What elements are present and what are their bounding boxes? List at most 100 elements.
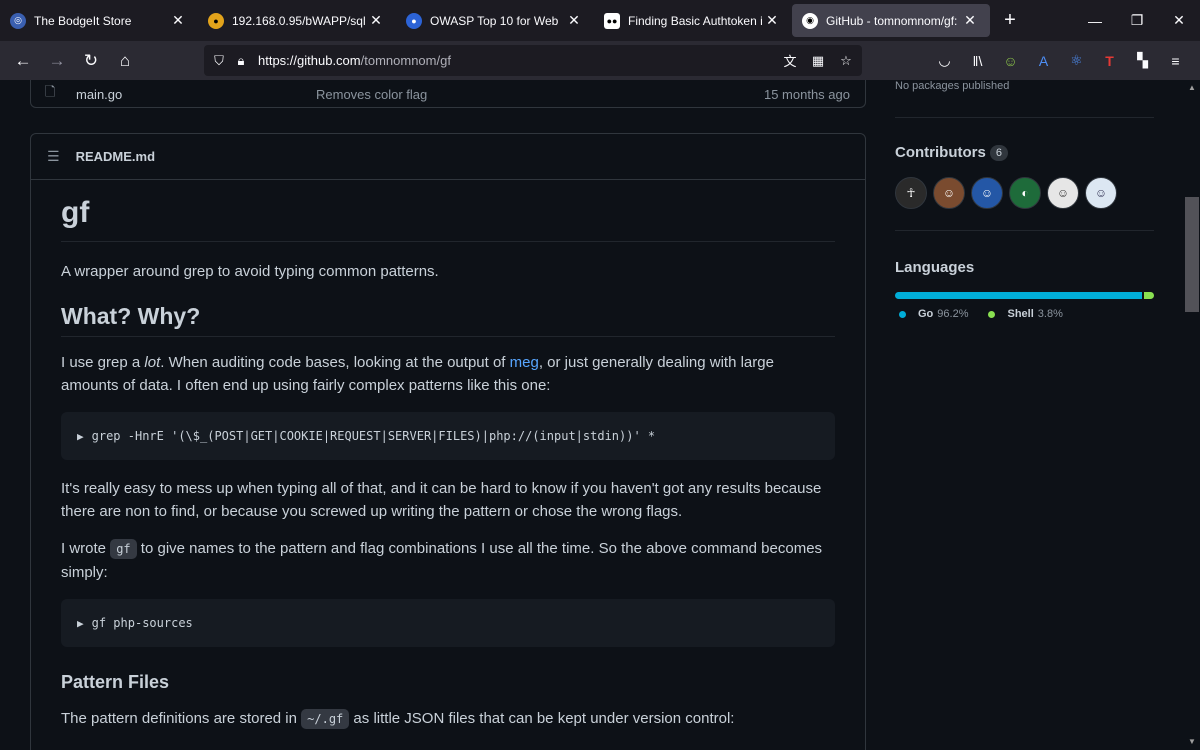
- library-icon[interactable]: ‖\: [961, 53, 994, 69]
- code-text: gf php-sources: [91, 616, 193, 630]
- languages-heading: Languages: [895, 259, 975, 276]
- readme-box: ☰ README.md gf A wrapper around grep to …: [30, 133, 866, 750]
- reload-button[interactable]: ↻: [74, 46, 108, 76]
- tab-close-icon[interactable]: ✕: [168, 12, 188, 29]
- scrollbar-thumb[interactable]: [1185, 197, 1199, 312]
- menu-icon[interactable]: ≡: [1159, 53, 1192, 69]
- lock-icon[interactable]: 🔒︎: [230, 53, 252, 69]
- language-bar-segment-go: [895, 292, 1143, 299]
- divider: [895, 117, 1154, 118]
- expand-triangle-icon[interactable]: ▶: [77, 430, 84, 443]
- tab-close-icon[interactable]: ✕: [366, 12, 386, 29]
- url-text[interactable]: https://github.com/tomnomnom/gf: [258, 53, 451, 68]
- inline-code-gf-dir: ~/.gf: [301, 709, 350, 729]
- minimize-icon[interactable]: —: [1074, 0, 1116, 41]
- back-button[interactable]: ←: [6, 46, 40, 76]
- translate-extension-icon[interactable]: A: [1027, 53, 1060, 69]
- language-bar: [895, 292, 1154, 299]
- avatar[interactable]: ☺: [971, 177, 1003, 209]
- tab-finding-authtoken[interactable]: ●● Finding Basic Authtoken in JA ✕: [594, 0, 792, 41]
- language-name: Go: [918, 308, 934, 320]
- github-icon: ◉: [802, 12, 818, 29]
- language-bar-segment-shell: [1144, 292, 1154, 299]
- language-go[interactable]: Go 96.2%: [899, 308, 968, 320]
- bee-icon: ●: [208, 12, 224, 29]
- tab-owasp-top10[interactable]: ● OWASP Top 10 for Web ✕: [396, 0, 594, 41]
- scroll-down-arrow-icon[interactable]: ▼: [1184, 734, 1200, 750]
- tab-title: GitHub - tomnomnom/gf: A w: [826, 13, 960, 28]
- tab-close-icon[interactable]: ✕: [564, 12, 584, 29]
- language-shell[interactable]: Shell 3.8%: [988, 308, 1063, 320]
- language-percent: 3.8%: [1037, 308, 1063, 320]
- extensions-icon[interactable]: ▚: [1126, 52, 1159, 69]
- readme-header: ☰ README.md: [31, 134, 865, 180]
- code-block-gf[interactable]: ▶ gf php-sources: [61, 599, 835, 647]
- readme-content: gf A wrapper around grep to avoid typing…: [61, 180, 835, 731]
- tab-close-icon[interactable]: ✕: [960, 12, 980, 29]
- tab-bwapp-sqli[interactable]: ● 192.168.0.95/bWAPP/sqli_6.php ✕: [198, 0, 396, 41]
- meg-link[interactable]: meg: [510, 354, 539, 371]
- tab-title: OWASP Top 10 for Web: [430, 13, 559, 28]
- inline-code-gf: gf: [110, 539, 137, 559]
- window-controls: — ❐ ✕: [1074, 0, 1200, 41]
- avatar[interactable]: ☺: [1047, 177, 1079, 209]
- restore-icon[interactable]: ❐: [1116, 0, 1158, 41]
- scroll-up-arrow-icon[interactable]: ▲: [1184, 80, 1200, 96]
- new-tab-button[interactable]: +: [990, 0, 1030, 41]
- readme-intro: A wrapper around grep to avoid typing co…: [61, 263, 439, 280]
- tab-close-icon[interactable]: ✕: [762, 12, 782, 29]
- language-percent: 96.2%: [937, 308, 969, 320]
- contributors-count: 6: [989, 145, 1008, 162]
- text-extension-icon[interactable]: T: [1093, 53, 1126, 69]
- list-unordered-icon[interactable]: ☰: [47, 148, 60, 165]
- language-color-dot: [899, 310, 906, 318]
- close-window-icon[interactable]: ✕: [1158, 0, 1200, 41]
- url-path: /tomnomnom/gf: [360, 53, 451, 68]
- url-host: https://github.com: [258, 53, 361, 68]
- medium-icon: ●●: [604, 12, 620, 29]
- code-text: grep -HnrE '(\$_(POST|GET|COOKIE|REQUEST…: [91, 429, 656, 443]
- contributors-heading[interactable]: Contributors 6: [895, 144, 1008, 162]
- home-button[interactable]: ⌂: [108, 46, 142, 76]
- paragraph-grep-usage: I use grep a lot. When auditing code bas…: [61, 354, 774, 394]
- url-bar[interactable]: ⛉ 🔒︎ https://github.com/tomnomnom/gf 文 ▦…: [204, 45, 862, 76]
- code-block-grep[interactable]: ▶ grep -HnrE '(\$_(POST|GET|COOKIE|REQUE…: [61, 412, 835, 460]
- forward-button[interactable]: →: [40, 46, 74, 76]
- contributor-avatars: ☥ ☺ ☺ ◐ ☺ ☺: [895, 177, 1117, 209]
- readme-title: gf: [61, 180, 835, 242]
- paragraph-i-wrote-gf: I wrote gf to give names to the pattern …: [61, 539, 823, 581]
- toolbar-extensions: ◡ ‖\ ☺ A ⚛ T ▚ ≡: [928, 41, 1192, 80]
- tab-github-gf[interactable]: ◉ GitHub - tomnomnom/gf: A w ✕: [792, 4, 990, 37]
- github-page: 🗋︎ main.go Removes color flag 15 months …: [0, 80, 1184, 750]
- tab-title: 192.168.0.95/bWAPP/sqli_6.php: [232, 13, 366, 28]
- heading-pattern-files: Pattern Files: [61, 672, 170, 692]
- translate-icon[interactable]: 文: [780, 51, 800, 70]
- bookmark-star-icon[interactable]: ☆: [836, 53, 856, 69]
- file-row[interactable]: 🗋︎ main.go Removes color flag 15 months …: [31, 80, 865, 108]
- language-name: Shell: [1007, 308, 1034, 320]
- pocket-icon[interactable]: ◡: [928, 52, 961, 69]
- avatar[interactable]: ◐: [1009, 177, 1041, 209]
- page-scrollbar[interactable]: ▲ ▼: [1184, 80, 1200, 750]
- tab-title: The BodgeIt Store: [34, 13, 132, 28]
- avatar[interactable]: ☥: [895, 177, 927, 209]
- dictionary-extension-icon[interactable]: ⚛: [1060, 52, 1093, 69]
- commit-message[interactable]: Removes color flag: [316, 87, 427, 102]
- qr-code-icon[interactable]: ▦: [808, 53, 828, 69]
- avatar[interactable]: ☺: [1085, 177, 1117, 209]
- commit-age: 15 months ago: [763, 86, 850, 102]
- packages-text: No packages published: [895, 80, 1010, 92]
- tracking-protection-icon[interactable]: ⛉: [208, 53, 230, 69]
- file-name[interactable]: main.go: [76, 87, 122, 102]
- heading-what-why: What? Why?: [61, 303, 835, 337]
- locale-extension-icon[interactable]: ☺: [994, 53, 1027, 69]
- avatar[interactable]: ☺: [933, 177, 965, 209]
- file-icon: 🗋︎: [45, 84, 56, 99]
- tab-title: Finding Basic Authtoken in JA: [628, 13, 762, 28]
- paragraph-pattern-definitions: The pattern definitions are stored in ~/…: [61, 709, 735, 729]
- paragraph-mess-up: It's really easy to mess up when typing …: [61, 480, 822, 520]
- expand-triangle-icon[interactable]: ▶: [77, 617, 84, 630]
- language-color-dot: [988, 310, 996, 318]
- globe-icon: ◎: [10, 12, 26, 29]
- tab-bodgeit-store[interactable]: ◎ The BodgeIt Store ✕: [0, 0, 198, 41]
